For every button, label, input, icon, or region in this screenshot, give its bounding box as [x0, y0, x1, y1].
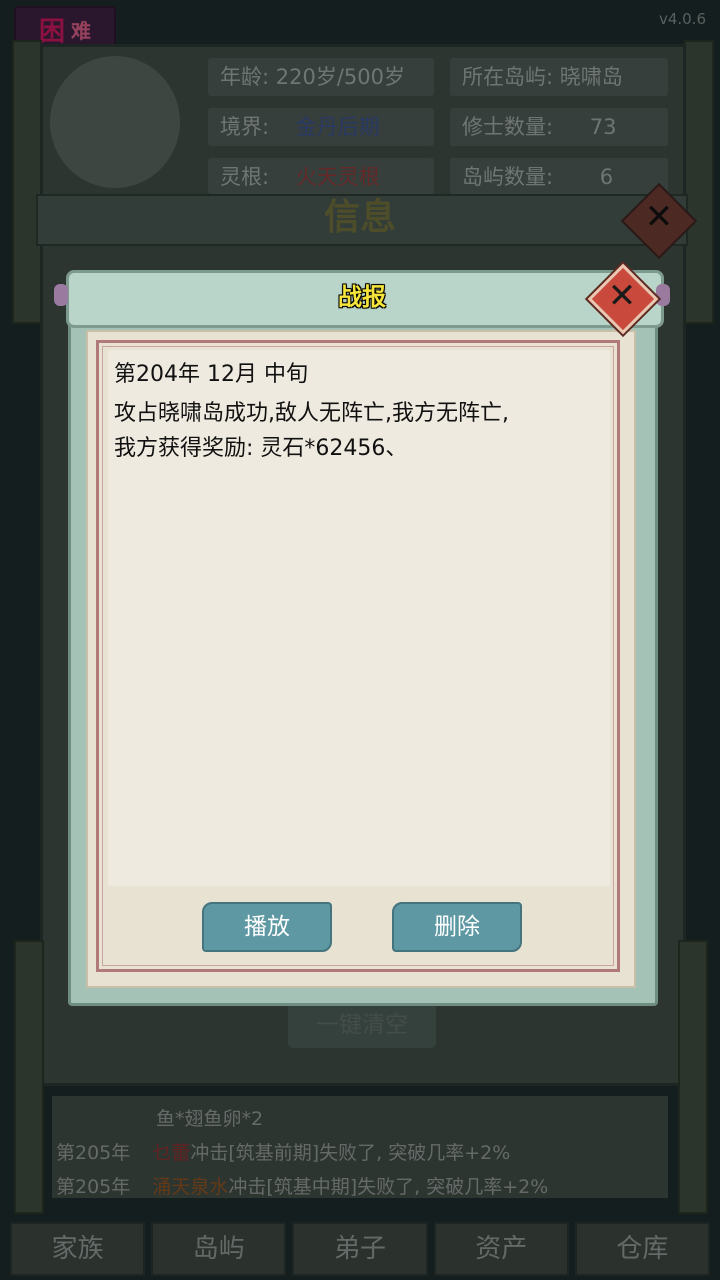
play-button[interactable]: 播放 — [202, 902, 332, 952]
close-icon: ✕ — [607, 276, 637, 316]
right-knob — [656, 284, 670, 306]
report-line-1: 攻占晓啸岛成功,敌人无阵亡,我方无阵亡, — [114, 401, 509, 426]
report-date: 第204年 12月 中旬 — [114, 362, 308, 387]
delete-button[interactable]: 删除 — [392, 902, 522, 952]
dialog-title: 战报 — [338, 283, 386, 311]
report-line-2: 我方获得奖励: 灵石*62456、 — [114, 436, 408, 461]
